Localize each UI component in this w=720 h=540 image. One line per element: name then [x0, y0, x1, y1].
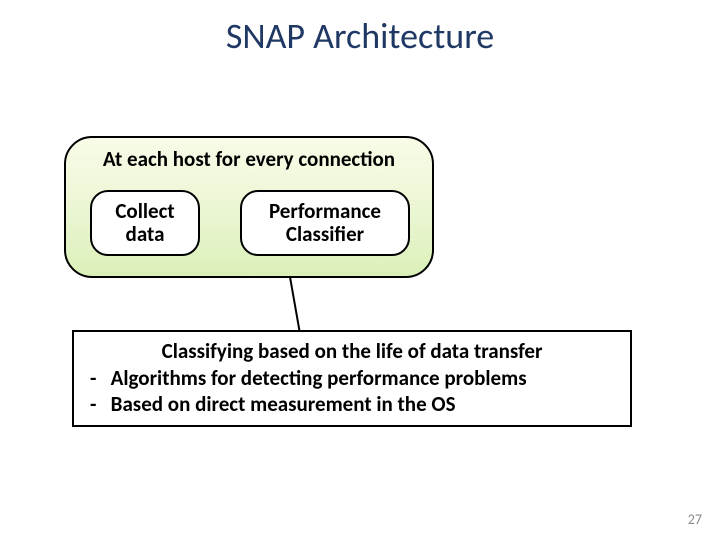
slide-title: SNAP Architecture	[0, 14, 720, 58]
page-number: 27	[688, 511, 702, 528]
connector-line	[289, 277, 301, 332]
description-box: Classifying based on the life of data tr…	[72, 330, 632, 427]
collect-data-box: Collect data	[90, 190, 200, 256]
bullet-1-text: Algorithms for detecting performance pro…	[111, 365, 527, 391]
description-bullet-2: - Based on direct measurement in the OS	[88, 392, 616, 418]
host-container: At each host for every connection Collec…	[64, 136, 434, 278]
description-heading: Classifying based on the life of data tr…	[88, 338, 616, 364]
bullet-2-text: Based on direct measurement in the OS	[111, 391, 456, 417]
performance-classifier-label: Performance Classifier	[269, 200, 381, 246]
description-bullet-1: - Algorithms for detecting performance p…	[88, 366, 616, 392]
performance-classifier-box: Performance Classifier	[240, 190, 410, 256]
host-label: At each host for every connection	[66, 146, 432, 172]
collect-data-label: Collect data	[115, 200, 174, 246]
